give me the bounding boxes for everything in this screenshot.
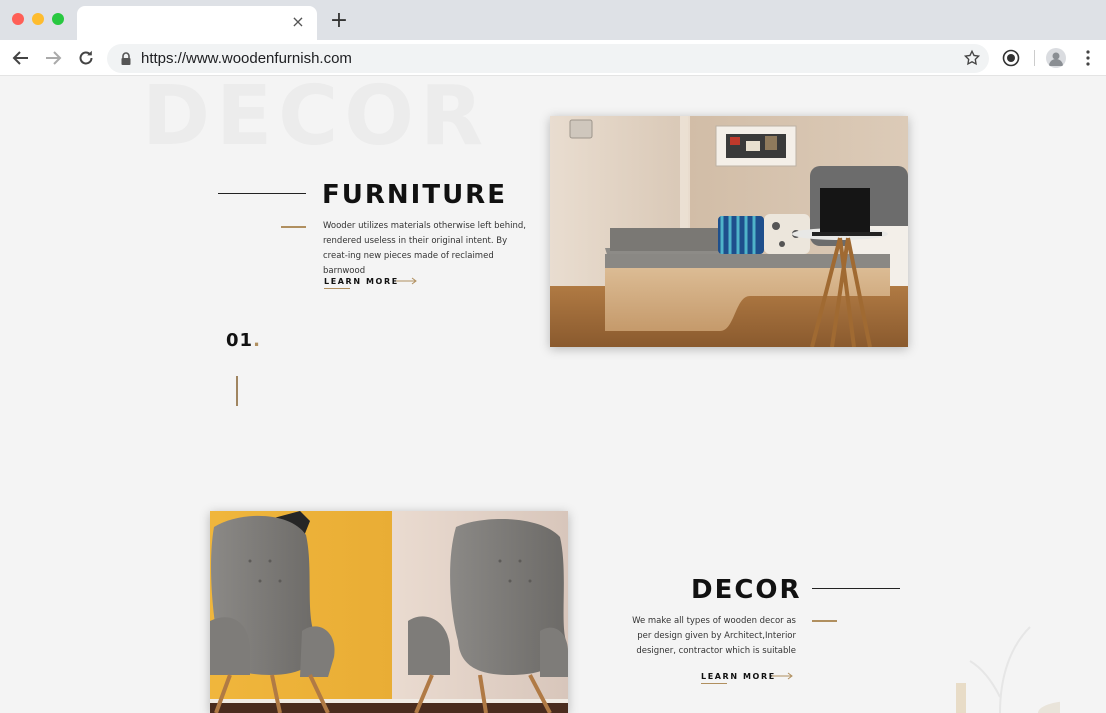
bookmark-star-icon[interactable] — [963, 49, 981, 67]
vertical-accent-line — [236, 376, 238, 406]
tab-close-icon[interactable]: × — [289, 13, 307, 31]
maximize-window-button[interactable] — [52, 13, 64, 25]
section-number: 01. — [226, 330, 261, 351]
arrow-right-icon[interactable] — [396, 277, 418, 285]
forward-arrow-icon[interactable] — [42, 48, 64, 68]
browser-tab[interactable]: × — [77, 6, 317, 40]
close-window-button[interactable] — [12, 13, 24, 25]
toolbar-divider — [1034, 50, 1035, 66]
profile-avatar-icon[interactable] — [1046, 48, 1066, 68]
section-number-dot: . — [253, 330, 261, 351]
new-tab-button[interactable]: + — [329, 10, 349, 32]
lock-icon — [120, 52, 132, 66]
decor-learn-more-link[interactable]: LEARN MORE — [701, 672, 776, 681]
decor-heading: DECOR — [691, 575, 802, 605]
heading-rule-left — [218, 193, 306, 194]
heading-rule-right — [812, 588, 900, 589]
url-text[interactable]: https://www.woodenfurnish.com — [141, 50, 352, 67]
address-bar[interactable]: https://www.woodenfurnish.com — [107, 44, 989, 73]
extension-icon[interactable] — [1002, 49, 1020, 67]
tab-bar: × + — [0, 0, 1106, 40]
furniture-learn-more-link[interactable]: LEARN MORE — [324, 277, 399, 286]
background-watermark-word: DECOR — [142, 77, 490, 164]
decor-arrow-right-icon[interactable] — [772, 672, 794, 680]
accent-line — [281, 226, 306, 228]
back-arrow-icon[interactable] — [10, 48, 32, 68]
browser-toolbar: https://www.woodenfurnish.com — [0, 40, 1106, 76]
web-page: DECOR FURNITURE Wooder utilizes material… — [0, 77, 1106, 713]
furniture-heading: FURNITURE — [322, 180, 507, 210]
decor-learn-more-underline — [701, 683, 727, 684]
browser-menu-icon[interactable] — [1081, 48, 1095, 68]
reload-icon[interactable] — [75, 48, 97, 68]
decorative-plant-graphic — [956, 626, 1060, 713]
section-number-value: 01 — [226, 330, 254, 351]
furniture-description: Wooder utilizes materials otherwise left… — [323, 221, 527, 276]
furniture-photo — [550, 116, 908, 347]
decor-photo — [210, 511, 568, 713]
decor-description: We make all types of wooden decor as per… — [632, 616, 796, 656]
minimize-window-button[interactable] — [32, 13, 44, 25]
learn-more-underline — [324, 288, 350, 289]
decor-accent-line — [812, 620, 837, 622]
